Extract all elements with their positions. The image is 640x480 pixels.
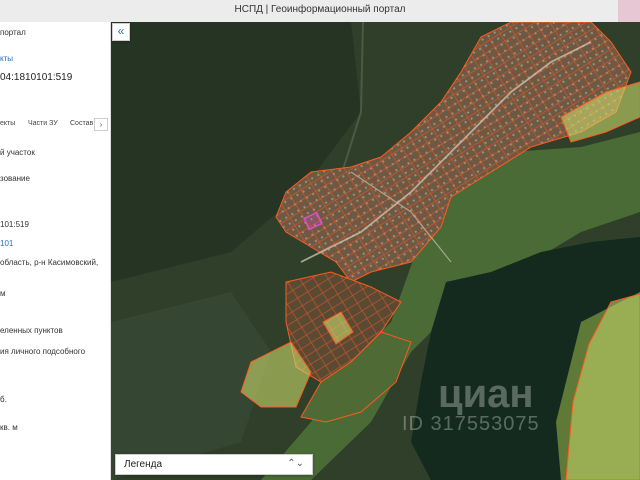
land-category-value: еленных пунктов [0, 326, 63, 335]
permitted-use-value: ия личного подсобного [0, 347, 86, 356]
chevron-up-down-icon: ⌃⌄ [287, 458, 304, 469]
tab-parts[interactable]: Части ЗУ [28, 120, 58, 127]
tab-bar: екты Части ЗУ Состав › [0, 118, 110, 132]
tab-composition[interactable]: Состав [70, 120, 93, 127]
specified-area-value: кв. м [0, 423, 18, 432]
collapse-sidebar-button[interactable]: « [112, 23, 130, 41]
legend-dropdown[interactable]: Легенда ⌃⌄ [115, 454, 313, 475]
watermark-id: ID 317553075 [402, 413, 540, 435]
window-title: НСПД | Геоинформационный портал [234, 4, 406, 15]
cadastral-quarter-link[interactable]: 101 [0, 239, 13, 248]
watermark-brand: циан [438, 372, 534, 416]
object-type: й участок [0, 148, 35, 157]
title-bar: НСПД | Геоинформационный портал [0, 0, 640, 23]
map-view[interactable] [111, 22, 640, 480]
address-value: область, р-н Касимовский, [0, 258, 99, 267]
sidebar: портал кты 04:1810101:519 екты Части ЗУ … [0, 22, 111, 480]
tab-objects[interactable]: екты [0, 120, 15, 127]
area-value: м [0, 289, 6, 298]
objects-link[interactable]: кты [0, 54, 13, 63]
cadastral-number: 04:1810101:519 [0, 72, 73, 83]
tabs-scroll-right-button[interactable]: › [94, 118, 108, 131]
title-bar-corner [618, 0, 640, 22]
satellite-map[interactable] [111, 22, 640, 480]
cadastral-cost-value: б. [0, 395, 7, 404]
legend-label: Легенда [124, 459, 163, 470]
cadastral-number-value: 101:519 [0, 220, 29, 229]
object-name: зование [0, 174, 30, 183]
portal-label: портал [0, 28, 26, 37]
